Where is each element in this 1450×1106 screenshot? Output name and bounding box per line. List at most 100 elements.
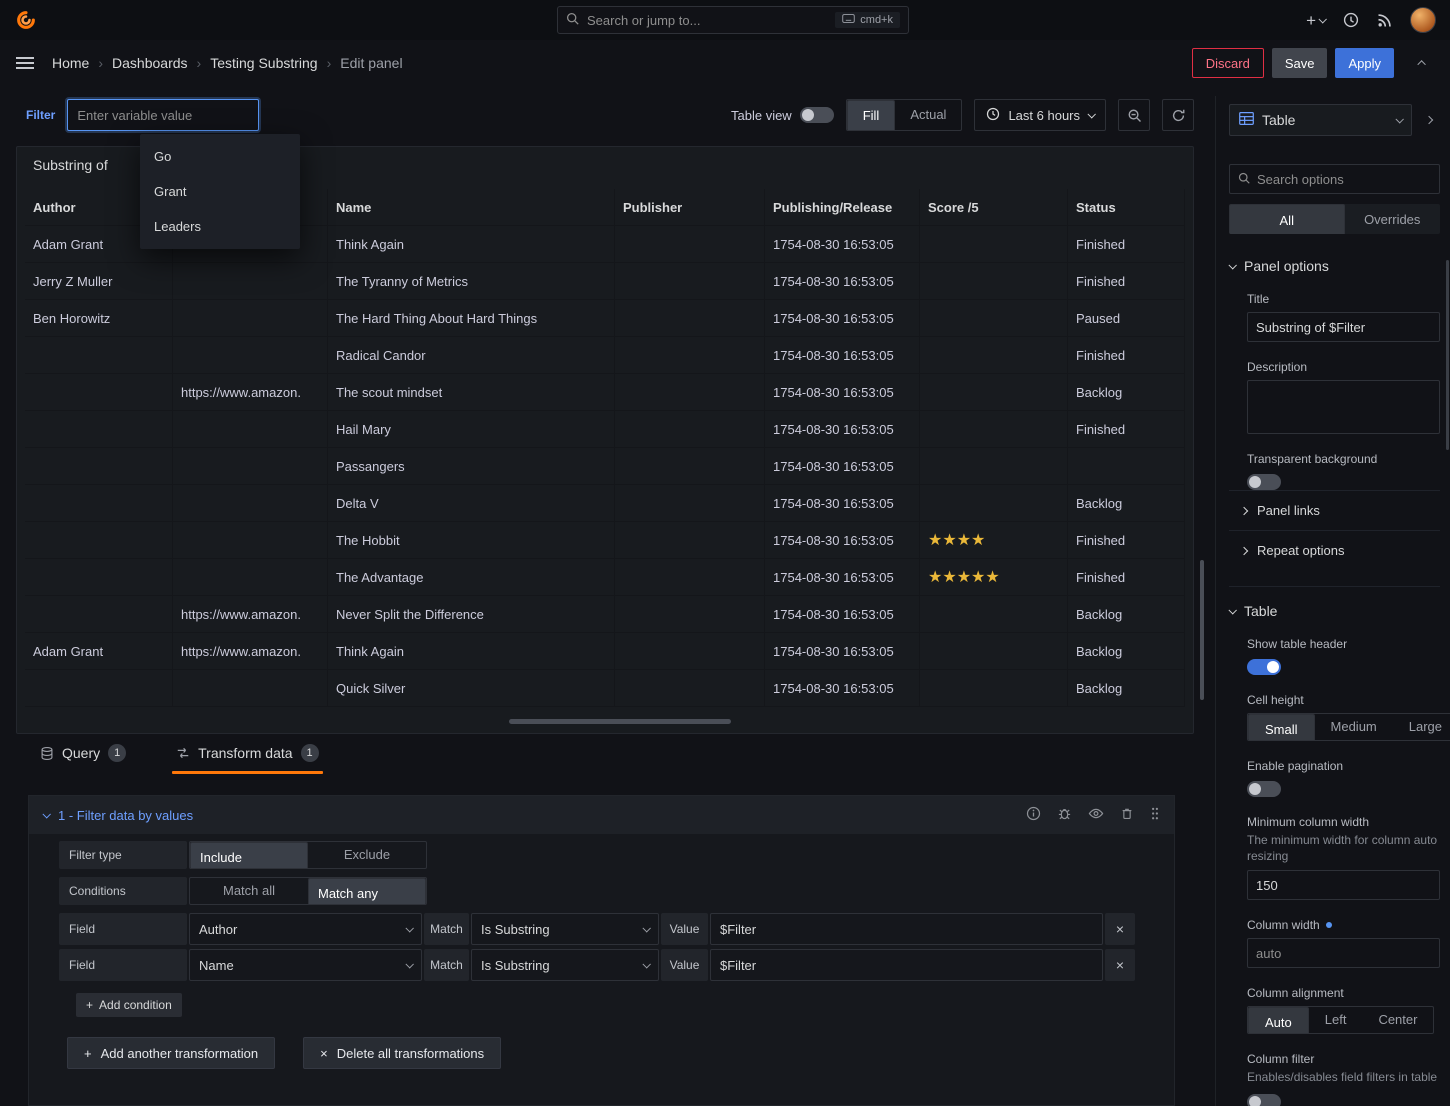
table-cell — [920, 300, 1068, 337]
new-button[interactable]: + — [1306, 12, 1327, 29]
field-select[interactable]: Name — [189, 949, 422, 981]
cell-height-option-large[interactable]: Large — [1393, 714, 1450, 740]
tab-overrides[interactable]: Overrides — [1345, 204, 1441, 234]
dropdown-option[interactable]: Leaders — [140, 209, 300, 244]
table-header-cell[interactable]: Status — [1068, 189, 1185, 226]
section-panel-options[interactable]: Panel options — [1228, 258, 1440, 274]
column-alignment-option-left[interactable]: Left — [1309, 1007, 1363, 1033]
table-cell: Finished — [1068, 263, 1185, 300]
column-alignment-option-auto[interactable]: Auto — [1248, 1007, 1309, 1034]
panel-title-input[interactable] — [1247, 312, 1440, 342]
dropdown-option[interactable]: Grant — [140, 174, 300, 209]
search-icon — [566, 12, 579, 28]
column-width-input[interactable] — [1247, 938, 1440, 969]
column-filter-toggle[interactable] — [1247, 1093, 1281, 1106]
actual-option[interactable]: Actual — [895, 100, 961, 130]
add-condition-button[interactable]: + Add condition — [76, 993, 182, 1017]
table-header-cell[interactable]: Publisher — [615, 189, 765, 226]
collapse-transformation-icon[interactable] — [42, 810, 51, 819]
apply-button[interactable]: Apply — [1335, 48, 1394, 78]
collapse-options-pane-icon[interactable] — [1418, 115, 1440, 125]
table-cell — [25, 485, 173, 522]
star-rating: ★★★★ — [928, 532, 986, 549]
exclude-option[interactable]: Exclude — [308, 842, 426, 868]
visualization-picker[interactable]: Table — [1229, 104, 1412, 136]
section-repeat-options[interactable]: Repeat options — [1229, 530, 1440, 570]
column-alignment-option-center[interactable]: Center — [1362, 1007, 1433, 1033]
help-icon[interactable] — [1343, 12, 1359, 28]
panel-description-input[interactable] — [1247, 380, 1440, 434]
enable-pagination-label: Enable pagination — [1247, 759, 1344, 773]
cell-height-option-medium[interactable]: Medium — [1315, 714, 1393, 740]
table-header-cell[interactable]: Publishing/Release — [765, 189, 920, 226]
table-cell — [920, 670, 1068, 707]
avatar[interactable] — [1410, 7, 1436, 33]
grafana-logo-icon[interactable] — [14, 8, 38, 32]
trash-icon[interactable] — [1120, 806, 1134, 824]
table-cell: Backlog — [1068, 596, 1185, 633]
table-cell — [173, 448, 328, 485]
condition-value-input[interactable] — [710, 913, 1103, 945]
refresh-button[interactable] — [1162, 99, 1194, 131]
cell-height-option-small[interactable]: Small — [1248, 714, 1315, 740]
table-row: Jerry Z Muller The Tyranny of Metrics 1754… — [25, 263, 1185, 300]
show-table-header-toggle[interactable] — [1247, 659, 1281, 675]
tab-all[interactable]: All — [1229, 204, 1345, 234]
match-select[interactable]: Is Substring — [471, 949, 659, 981]
debug-icon[interactable] — [1057, 806, 1072, 824]
table-cell: https://www.amazon. — [173, 633, 328, 670]
remove-condition-button[interactable]: × — [1105, 913, 1135, 945]
save-button[interactable]: Save — [1271, 48, 1328, 78]
query-tab-label: Query — [62, 745, 101, 761]
drag-handle-icon[interactable] — [1150, 806, 1160, 824]
rss-icon[interactable] — [1377, 13, 1392, 28]
field-select[interactable]: Author — [189, 913, 422, 945]
condition-value-input[interactable] — [710, 949, 1103, 981]
table-cell: Jerry Z Muller — [25, 263, 173, 300]
eye-icon[interactable] — [1088, 806, 1104, 824]
menu-icon[interactable] — [16, 57, 34, 69]
table-cell: Finished — [1068, 337, 1185, 374]
zoom-out-button[interactable] — [1118, 99, 1150, 131]
table-row: Quick Silver 1754-08-30 16:53:05 Backlog — [25, 670, 1185, 707]
match-all-option[interactable]: Match all — [190, 878, 308, 904]
time-range-picker[interactable]: Last 6 hours — [974, 99, 1106, 131]
discard-button[interactable]: Discard — [1191, 48, 1264, 78]
transform-tab-label: Transform data — [198, 745, 293, 761]
delete-all-transformations-button[interactable]: × Delete all transformations — [303, 1037, 502, 1069]
collapse-up-icon[interactable] — [1412, 60, 1434, 69]
transparent-background-toggle[interactable] — [1247, 474, 1281, 490]
sidebar-scrollbar[interactable] — [1446, 260, 1449, 450]
info-icon[interactable] — [1026, 806, 1041, 824]
remove-condition-button[interactable]: × — [1105, 949, 1135, 981]
include-option[interactable]: Include — [190, 842, 308, 868]
fill-option[interactable]: Fill — [846, 100, 896, 130]
breadcrumb-home[interactable]: Home — [52, 55, 89, 71]
enable-pagination-toggle[interactable] — [1247, 781, 1281, 797]
dropdown-option[interactable]: Go — [140, 139, 300, 174]
transform-tab[interactable]: Transform data 1 — [172, 740, 323, 774]
horizontal-scrollbar[interactable] — [509, 719, 731, 724]
tab-badge: 1 — [300, 744, 319, 762]
match-select[interactable]: Is Substring — [471, 913, 659, 945]
min-column-width-input[interactable] — [1247, 870, 1440, 901]
transformation-title[interactable]: 1 - Filter data by values — [58, 808, 193, 823]
table-header-cell[interactable]: Name — [328, 189, 615, 226]
star-rating: ★★★★★ — [928, 569, 1000, 586]
section-table-options[interactable]: Table — [1228, 586, 1440, 619]
breadcrumb-dashboard-name[interactable]: Testing Substring — [210, 55, 317, 71]
query-tab[interactable]: Query 1 — [36, 740, 130, 772]
table-header-cell[interactable]: Score /5 — [920, 189, 1068, 226]
section-panel-links[interactable]: Panel links — [1229, 490, 1440, 530]
filter-variable-input[interactable] — [67, 99, 260, 131]
chevron-down-icon — [1228, 261, 1237, 270]
match-any-option[interactable]: Match any — [308, 878, 426, 904]
vertical-scrollbar[interactable] — [1200, 560, 1204, 700]
options-search-input[interactable] — [1257, 171, 1433, 187]
global-search-input[interactable]: Search or jump to... cmd+k — [557, 6, 909, 34]
breadcrumb-dashboards[interactable]: Dashboards — [112, 55, 188, 71]
table-view-toggle[interactable] — [799, 107, 834, 123]
table-cell — [920, 485, 1068, 522]
add-transformation-button[interactable]: + Add another transformation — [67, 1037, 276, 1069]
table-cell: Backlog — [1068, 670, 1185, 707]
